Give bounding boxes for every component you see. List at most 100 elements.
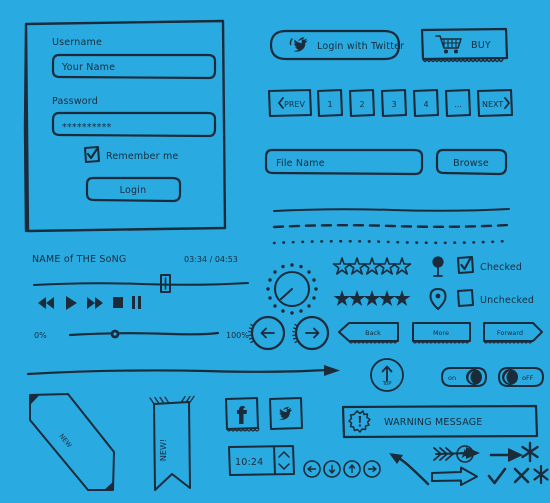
cross-icon bbox=[512, 466, 532, 486]
circle-forward-button[interactable] bbox=[292, 313, 332, 353]
chevron-down-icon bbox=[278, 463, 290, 470]
filename-value: File Name bbox=[276, 158, 325, 169]
time-spinner[interactable]: 10:24 bbox=[226, 444, 298, 478]
page-4-label: 4 bbox=[423, 100, 428, 109]
next-label: NEXT bbox=[482, 100, 503, 109]
star-burst-icon bbox=[532, 464, 550, 486]
pagination-page-4[interactable]: 4 bbox=[412, 88, 440, 118]
player-progress-slider[interactable] bbox=[32, 272, 250, 294]
twitter-login-button[interactable]: Login with Twitter bbox=[268, 28, 404, 62]
circle-back-button[interactable] bbox=[248, 313, 288, 353]
pagination-next-button[interactable]: NEXT bbox=[476, 88, 514, 118]
ui-kit-canvas: Username Your Name Password ********** R… bbox=[0, 0, 550, 503]
buy-button[interactable]: BUY bbox=[418, 26, 510, 66]
toggle-on[interactable]: on bbox=[440, 366, 488, 388]
checkbox-unchecked[interactable]: Unchecked bbox=[456, 288, 548, 308]
back-label: Back bbox=[365, 329, 381, 337]
player-time: 03:34 / 04:53 bbox=[184, 250, 264, 266]
remember-me-checkbox[interactable]: Remember me bbox=[83, 145, 213, 165]
map-pin-round-icon bbox=[428, 255, 448, 279]
player-time-text: 03:34 / 04:53 bbox=[184, 255, 238, 264]
login-button[interactable]: Login bbox=[85, 175, 183, 203]
circle-arrow-right-icon[interactable] bbox=[363, 460, 381, 478]
slider-max-label: 100% bbox=[226, 331, 249, 340]
time-spinner-value: 10:24 bbox=[235, 457, 263, 468]
pagination-ellipsis[interactable]: ... bbox=[444, 88, 472, 118]
facebook-button[interactable] bbox=[223, 396, 261, 436]
ellipsis-label: ... bbox=[454, 100, 462, 109]
pagination-page-1[interactable]: 1 bbox=[316, 88, 344, 118]
solid-divider bbox=[272, 206, 512, 214]
song-title-text: NAME of THE SoNG bbox=[32, 254, 126, 265]
top-button-label: ToP bbox=[381, 381, 392, 387]
pagination-page-2[interactable]: 2 bbox=[348, 88, 376, 118]
pagination-page-3[interactable]: 3 bbox=[380, 88, 408, 118]
warning-burst-icon bbox=[348, 410, 371, 433]
facebook-icon bbox=[237, 405, 247, 424]
forward-button[interactable]: Forward bbox=[481, 320, 545, 348]
play-icon[interactable] bbox=[66, 296, 77, 310]
more-label: More bbox=[433, 329, 449, 337]
dotted-divider bbox=[272, 238, 512, 246]
twitter-login-label: Login with Twitter bbox=[317, 41, 404, 52]
checkbox-checked[interactable]: Checked bbox=[456, 255, 542, 275]
chevron-up-icon bbox=[278, 451, 290, 458]
browse-button[interactable]: Browse bbox=[434, 147, 510, 177]
map-pin-drop-icon bbox=[427, 287, 449, 311]
pagination-prev-button[interactable]: PREV bbox=[267, 88, 313, 118]
username-label-text: Username bbox=[52, 37, 102, 48]
circle-star-icon bbox=[454, 443, 476, 465]
rating-empty[interactable] bbox=[332, 256, 412, 276]
pause-icon[interactable] bbox=[132, 296, 141, 309]
forward-label: Forward bbox=[497, 329, 523, 337]
browse-label: Browse bbox=[453, 158, 489, 169]
checkbox-checked-label: Checked bbox=[480, 262, 522, 273]
checkbox-unchecked-label: Unchecked bbox=[480, 295, 534, 306]
outline-arrow-icon bbox=[429, 465, 481, 489]
scroll-top-button[interactable]: ToP bbox=[367, 355, 407, 395]
dashed-divider bbox=[272, 222, 512, 230]
buy-label: BUY bbox=[471, 40, 491, 51]
shopping-cart-icon bbox=[435, 35, 462, 54]
rating-filled[interactable] bbox=[333, 288, 411, 308]
username-value: Your Name bbox=[61, 62, 115, 73]
player-controls bbox=[33, 293, 143, 313]
circle-arrow-left-icon[interactable] bbox=[303, 460, 321, 478]
circle-arrow-up-icon[interactable] bbox=[343, 460, 361, 478]
pagination: PREV 1 2 3 4 ... NEXT bbox=[266, 88, 514, 118]
page-1-label: 1 bbox=[327, 100, 332, 109]
password-label-text: Password bbox=[52, 96, 98, 107]
file-input[interactable]: File Name bbox=[263, 147, 425, 177]
login-button-label: Login bbox=[120, 185, 147, 196]
slider-min-label: 0% bbox=[34, 331, 47, 340]
toggle-off[interactable]: oFF bbox=[497, 366, 545, 388]
password-value: ********** bbox=[62, 122, 112, 133]
twitter-button[interactable] bbox=[267, 396, 305, 434]
more-button[interactable]: More bbox=[410, 320, 474, 348]
banner-ribbon-label: NEW! bbox=[159, 439, 168, 461]
toggle-off-label: oFF bbox=[522, 374, 534, 382]
stop-icon[interactable] bbox=[113, 297, 123, 308]
warning-message-text: WARNING MESSAGE bbox=[384, 417, 483, 428]
curved-arrow-icon bbox=[386, 448, 432, 488]
back-button[interactable]: Back bbox=[337, 320, 401, 348]
password-input[interactable]: ********** bbox=[50, 110, 218, 138]
song-title: NAME of THE SoNG bbox=[32, 250, 192, 266]
prev-label: PREV bbox=[284, 100, 305, 109]
twitter-bird-icon bbox=[289, 37, 308, 52]
page-2-label: 2 bbox=[359, 100, 364, 109]
warning-message: WARNING MESSAGE bbox=[340, 404, 540, 440]
toggle-on-label: on bbox=[448, 374, 456, 382]
username-input[interactable]: Your Name bbox=[50, 52, 218, 80]
asterisk-icon bbox=[518, 440, 542, 464]
twitter-icon bbox=[278, 406, 293, 420]
corner-ribbon: NEW bbox=[26, 390, 141, 500]
corner-ribbon-label: NEW bbox=[57, 432, 73, 449]
percent-slider[interactable]: 0% 100% bbox=[32, 322, 252, 346]
rotary-knob[interactable] bbox=[262, 258, 322, 320]
rewind-icon[interactable] bbox=[38, 297, 54, 309]
fast-forward-icon[interactable] bbox=[87, 297, 103, 309]
arrow-divider bbox=[26, 362, 346, 382]
password-label: Password bbox=[52, 92, 172, 108]
circle-arrow-down-icon[interactable] bbox=[323, 460, 341, 478]
